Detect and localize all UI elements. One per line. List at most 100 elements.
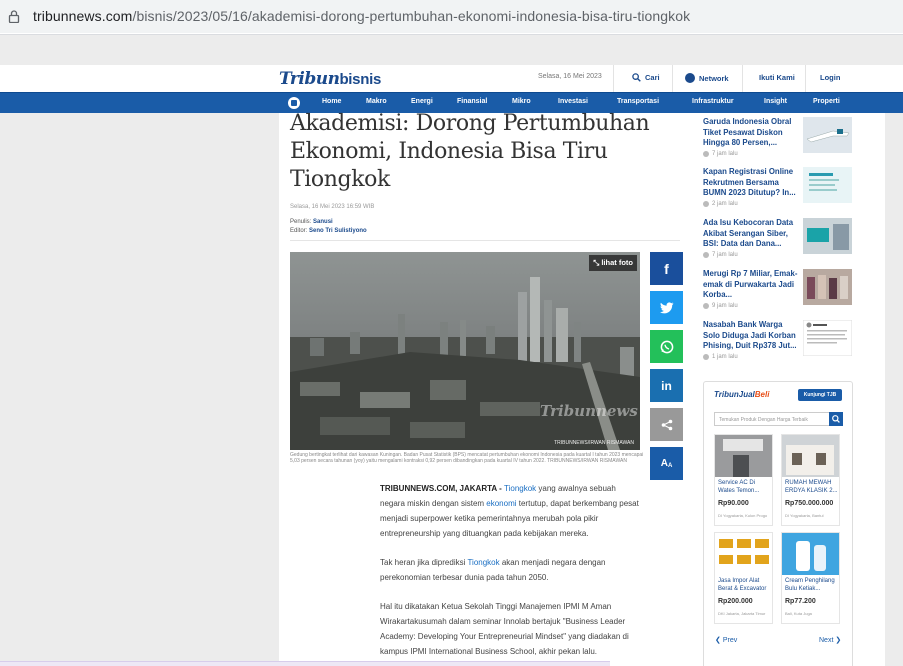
tag-link-tiongkok[interactable]: Tiongkok [504,484,536,493]
url-text[interactable]: tribunnews.com/bisnis/2023/05/16/akademi… [33,8,690,24]
share-button[interactable] [650,408,683,441]
product-name: Jasa Impor Alat Berat & Excavator [718,578,767,592]
visit-tjb-button[interactable]: Kunjungi TJB [798,389,842,401]
product-location: DKI Jakarta, Jakarta Timur [718,611,766,616]
header-date: Selasa, 16 Mei 2023 [538,73,602,80]
tag-link-tiongkok[interactable]: Tiongkok [467,558,499,567]
tag-link-ekonomi[interactable]: ekonomi [486,499,516,508]
photo-caption: Gedung bertingkat terlihat dari kawasan … [290,452,644,465]
article-body: TRIBUNNEWS.COM, JAKARTA - Tiongkok yang … [380,481,642,666]
whatsapp-icon [660,340,673,353]
tribunjualbeli-logo[interactable]: TribunJualBeli [714,390,769,399]
search-label: Cari [645,73,660,82]
time-label: 7 jam lalu [712,252,738,258]
header-divider [672,65,673,92]
product-card[interactable]: RUMAH MEWAH ERDYA KLASIK 2... Rp750.000.… [781,434,840,526]
nav-item-finansial[interactable]: Finansial [457,98,487,105]
next-button[interactable]: Next ❯ [819,636,841,644]
article-photo[interactable]: ⤡ lihat foto Tribunnews TRIBUNNEWS/IRWAN… [290,252,640,450]
prev-label: Prev [722,637,738,644]
news-thumbnail[interactable] [803,218,852,254]
sidebar-news-item[interactable]: Merugi Rp 7 Miliar, Emak-emak di Purwaka… [703,269,853,313]
product-image [715,435,772,477]
product-image [782,533,839,575]
logo-section: bisnis [339,70,381,88]
follow-label: Ikuti Kami [759,73,795,82]
news-thumbnail[interactable] [803,117,852,153]
view-photo-button[interactable]: ⤡ lihat foto [589,255,637,271]
sidebar-news-title[interactable]: Merugi Rp 7 Miliar, Emak-emak di Purwaka… [703,269,799,301]
share-icon [661,419,672,430]
prev-button[interactable]: ❮ Prev [715,636,737,644]
font-size-button[interactable]: AA [650,447,683,480]
header-divider [805,65,806,92]
byline-divider [290,240,680,241]
product-card[interactable]: Jasa Impor Alat Berat & Excavator Rp200.… [714,532,773,624]
header-divider [613,65,614,92]
sidebar-news-time: 1 jam lalu [703,354,738,360]
clock-icon [703,201,709,207]
product-card[interactable]: Service AC Di Wates Temon... Rp90.000 DI… [714,434,773,526]
nav-item-home[interactable]: Home [322,98,341,105]
product-search-input[interactable]: Temukan Produk Dengan Harga Terbaik [714,412,831,426]
network-label: Network [699,73,729,83]
twitter-share-button[interactable] [650,291,683,324]
home-icon[interactable] [288,97,300,109]
clock-icon [703,303,709,309]
time-label: 2 jam lalu [712,201,738,207]
whatsapp-share-button[interactable] [650,330,683,363]
sidebar-news-title[interactable]: Garuda Indonesia Obral Tiket Pesawat Dis… [703,117,799,149]
facebook-share-button[interactable]: f [650,252,683,285]
linkedin-icon: in [661,378,672,393]
nav-item-energi[interactable]: Energi [411,98,433,105]
network-button[interactable]: Network [685,73,729,83]
facebook-icon: f [664,260,669,277]
tribun-bisnis-logo[interactable]: Tribun bisnis [279,68,381,90]
paragraph-3: Hal itu dikatakan Ketua Sekolah Tinggi M… [380,602,629,656]
product-location: Bali, Kuta Juga [785,611,812,616]
sidebar-news-title[interactable]: Kapan Registrasi Online Rekrutmen Bersam… [703,167,799,199]
lock-icon[interactable] [8,10,20,23]
product-card[interactable]: Cream Penghilang Bulu Ketiak... Rp77.200… [781,532,840,624]
news-thumbnail[interactable] [803,269,852,305]
nav-item-transportasi[interactable]: Transportasi [617,98,659,105]
product-name: Service AC Di Wates Temon... [718,480,760,494]
nav-item-mikro[interactable]: Mikro [512,98,531,105]
login-button[interactable]: Login [820,73,840,82]
paragraph-1: TRIBUNNEWS.COM, JAKARTA - Tiongkok yang … [380,481,642,541]
product-name: RUMAH MEWAH ERDYA KLASIK 2... [785,480,838,494]
sidebar-news-time: 2 jam lalu [703,201,738,207]
follow-us-button[interactable]: Ikuti Kami [759,73,795,82]
product-image [782,435,839,477]
paragraph-2: Tak heran jika diprediksi Tiongkok akan … [380,555,642,585]
sidebar-news-item[interactable]: Kapan Registrasi Online Rekrutmen Bersam… [703,167,853,211]
sidebar-news-time: 9 jam lalu [703,303,738,309]
sidebar-news-title[interactable]: Nasabah Bank Warga Solo Diduga Jadi Korb… [703,320,799,352]
editor-link[interactable]: Seno Tri Sulistiyono [309,228,367,234]
time-label: 1 jam lalu [712,354,738,360]
nav-item-investasi[interactable]: Investasi [558,98,588,105]
header-divider [742,65,743,92]
search-button[interactable]: Cari [632,73,660,82]
view-photo-label: lihat foto [601,258,633,267]
nav-item-infrastruktur[interactable]: Infrastruktur [692,98,734,105]
nav-item-makro[interactable]: Makro [366,98,387,105]
nav-item-properti[interactable]: Properti [813,98,840,105]
logo-tribun: Tribun [279,69,340,89]
sidebar-news-item[interactable]: Ada Isu Kebocoran Data Akibat Serangan S… [703,218,853,262]
sidebar-news-item[interactable]: Garuda Indonesia Obral Tiket Pesawat Dis… [703,117,853,161]
linkedin-share-button[interactable]: in [650,369,683,402]
time-label: 7 jam lalu [712,151,738,157]
browser-address-bar[interactable]: tribunnews.com/bisnis/2023/05/16/akademi… [0,0,903,35]
nav-item-insight[interactable]: Insight [764,98,787,105]
bottom-overlay-bar [0,661,610,666]
dateline: TRIBUNNEWS.COM, JAKARTA - [380,484,504,493]
url-domain: tribunnews.com [33,8,133,24]
sidebar-news-item[interactable]: Nasabah Bank Warga Solo Diduga Jadi Korb… [703,320,853,364]
news-thumbnail[interactable] [803,167,852,203]
product-price: Rp90.000 [718,500,749,507]
product-search-button[interactable] [829,412,843,426]
sidebar-news-title[interactable]: Ada Isu Kebocoran Data Akibat Serangan S… [703,218,799,250]
writer-link[interactable]: Sanusi [313,219,333,225]
news-thumbnail[interactable] [803,320,852,356]
